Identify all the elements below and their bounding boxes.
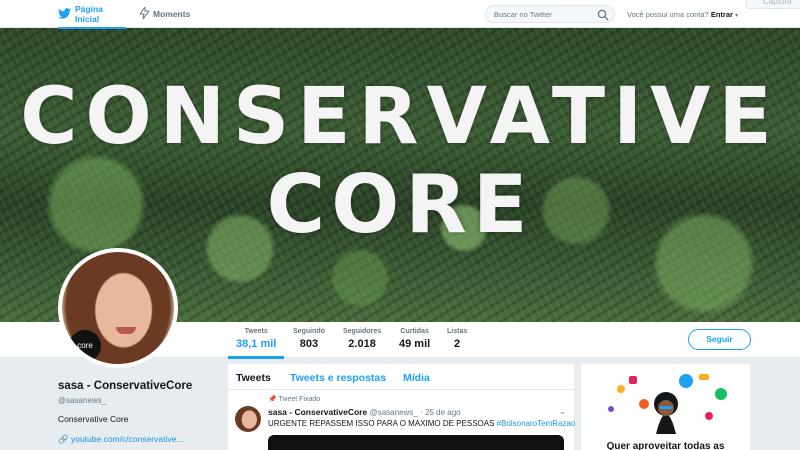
core-logo-badge: core (69, 330, 101, 362)
stat-followers[interactable]: Seguidores 2.018 (343, 328, 381, 350)
twitter-bird-icon (58, 7, 71, 21)
stat-likes[interactable]: Curtidas 49 mil (399, 328, 430, 350)
profile-name: sasa - ConservativeCore (58, 380, 193, 392)
profile-handle: @sasanews_ (58, 396, 107, 405)
stat-followers-value: 2.018 (348, 338, 376, 350)
promo-illustration (608, 374, 727, 434)
chevron-down-icon[interactable]: ⌄ (559, 407, 566, 416)
profile-avatar[interactable]: core (58, 248, 178, 368)
stat-lists[interactable]: Listas 2 (447, 328, 467, 350)
capture-button[interactable]: Captura (746, 0, 800, 9)
login-link[interactable]: Entrar (711, 10, 733, 19)
stat-likes-value: 49 mil (399, 338, 431, 350)
chevron-down-icon[interactable]: ▾ (735, 13, 738, 19)
stat-following-label: Seguindo (293, 328, 325, 335)
timeline-tabs: Tweets Tweets e respostas Mídia (228, 364, 574, 390)
tweet-body: URGENTE REPASSEM ISSO PARA O MAXIMO DE P… (268, 419, 495, 428)
search-icon[interactable] (597, 8, 609, 26)
timeline: Tweets Tweets e respostas Mídia 📌 Tweet … (228, 364, 575, 450)
profile-bio: Conservative Core (58, 414, 129, 424)
nav-moments-link[interactable]: Moments (139, 0, 192, 28)
stat-tweets-value: 38,1 mil (236, 338, 277, 350)
follow-button[interactable]: Seguir (688, 329, 751, 350)
stat-likes-label: Curtidas (400, 328, 429, 335)
signup-promo-card: Quer aproveitar todas as (581, 364, 750, 450)
banner-title-line1: CONSERVATIVE (20, 72, 780, 162)
stat-followers-label: Seguidores (343, 328, 382, 335)
search-input[interactable]: Buscar no Twitter (485, 5, 615, 23)
tweet-media[interactable] (268, 435, 564, 450)
tab-tweets-replies[interactable]: Tweets e respostas (290, 372, 386, 384)
account-prompt-text: Você possui uma conta? (627, 10, 709, 19)
nav-home-link[interactable]: Página Inicial (58, 0, 126, 29)
promo-text: Quer aproveitar todas as (606, 441, 725, 450)
link-icon: 🔗 (58, 434, 69, 444)
tweet-hashtag[interactable]: #BolsonaroTemRazao (497, 419, 576, 428)
tweet-handle[interactable]: @sasanews_ (370, 408, 418, 417)
tweet-header: sasa - ConservativeCore @sasanews_ · 25 … (268, 407, 461, 417)
profile-website-link[interactable]: 🔗 youtube.com/c/conservative... (58, 434, 183, 445)
tweet-date[interactable]: · 25 de ago (420, 408, 460, 417)
nav-home-label: Página Inicial (75, 4, 103, 24)
profile-website-text[interactable]: youtube.com/c/conservative... (71, 434, 183, 444)
account-prompt: Você possui uma conta? Entrar ▾ (627, 10, 738, 19)
banner-title-line2: CORE (266, 158, 534, 251)
tweet-author[interactable]: sasa - ConservativeCore (268, 407, 367, 417)
tab-tweets[interactable]: Tweets (236, 372, 271, 384)
tab-media[interactable]: Mídia (403, 372, 430, 384)
avatar-face-detail (116, 327, 136, 334)
stat-lists-label: Listas (447, 328, 468, 335)
tweet-text: URGENTE REPASSEM ISSO PARA O MAXIMO DE P… (268, 419, 575, 428)
lightning-icon (139, 5, 150, 21)
pinned-tweet-label: 📌 Tweet Fixado (268, 395, 320, 403)
top-navigation: Página Inicial Moments Buscar no Twitter… (0, 0, 800, 29)
search-placeholder: Buscar no Twitter (494, 10, 552, 19)
stat-lists-value: 2 (454, 338, 461, 350)
pinned-text: Tweet Fixado (278, 396, 321, 403)
stat-tweets[interactable]: Tweets 38,1 mil (227, 328, 285, 359)
stat-following[interactable]: Seguindo 803 (293, 328, 325, 350)
nav-moments-label: Moments (153, 9, 191, 19)
pin-icon: 📌 (268, 396, 277, 403)
stat-tweets-label: Tweets (244, 328, 268, 335)
tweet-avatar[interactable] (235, 406, 261, 432)
stat-following-value: 803 (299, 338, 319, 350)
